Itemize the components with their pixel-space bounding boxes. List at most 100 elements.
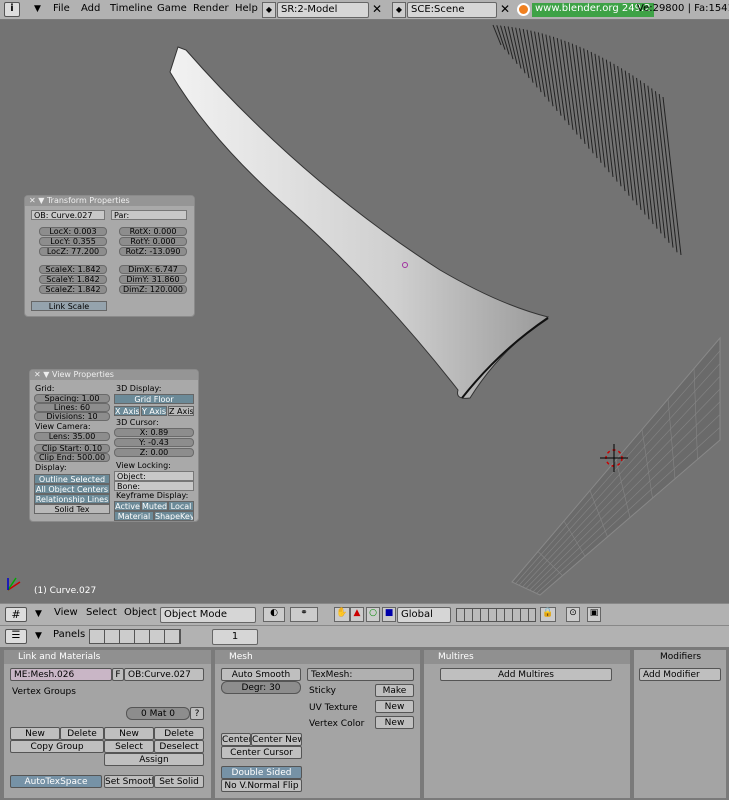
pivot-icon[interactable]: ⚭ bbox=[290, 607, 318, 622]
lock-bone-field[interactable]: Bone: bbox=[114, 481, 194, 491]
loc-z-field[interactable]: LocZ: 77.200 bbox=[39, 247, 107, 256]
sticky-make-button[interactable]: Make bbox=[375, 684, 414, 697]
cursor-x-field[interactable]: X: 0.89 bbox=[114, 428, 194, 437]
material-new-button[interactable]: New bbox=[104, 727, 154, 740]
context-buttons[interactable] bbox=[89, 629, 181, 644]
keyframe-local-toggle[interactable]: Local bbox=[168, 501, 194, 511]
view-properties-header[interactable]: ✕ ▼ View Properties bbox=[30, 370, 198, 380]
lens-field[interactable]: Lens: 35.00 bbox=[34, 432, 110, 441]
vcol-new-button[interactable]: New bbox=[375, 716, 414, 729]
cursor-z-field[interactable]: Z: 0.00 bbox=[114, 448, 194, 457]
menu-select[interactable]: Select bbox=[86, 607, 117, 622]
dim-x-field[interactable]: DimX: 6.747 bbox=[119, 265, 187, 274]
buttons-editor-icon[interactable]: ☰ bbox=[5, 629, 27, 644]
outline-selected-toggle[interactable]: Outline Selected bbox=[34, 474, 110, 484]
multires-header[interactable]: Multires bbox=[424, 650, 630, 664]
rotate-icon[interactable]: ○ bbox=[366, 607, 380, 622]
clip-end-field[interactable]: Clip End: 500.00 bbox=[34, 453, 110, 462]
scene-selector[interactable]: SCE:Scene bbox=[407, 2, 497, 18]
mesh-name-field[interactable]: ME:Mesh.026 bbox=[10, 668, 112, 681]
dim-z-field[interactable]: DimZ: 120.000 bbox=[119, 285, 187, 294]
render-preview-icon[interactable]: ▣ bbox=[587, 607, 601, 622]
cursor-y-field[interactable]: Y: -0.43 bbox=[114, 438, 194, 447]
add-multires-button[interactable]: Add Multires bbox=[440, 668, 612, 681]
parent-field[interactable]: Par: bbox=[111, 210, 187, 220]
material-delete-button[interactable]: Delete bbox=[154, 727, 204, 740]
link-materials-header[interactable]: Link and Materials bbox=[4, 650, 211, 664]
rot-y-field[interactable]: RotY: 0.000 bbox=[119, 237, 187, 246]
render-icon[interactable]: ⊙ bbox=[566, 607, 580, 622]
texmesh-field[interactable]: TexMesh: bbox=[307, 668, 414, 681]
keyframe-muted-toggle[interactable]: Muted bbox=[141, 501, 168, 511]
material-assign-button[interactable]: Assign bbox=[104, 753, 204, 766]
close-icon[interactable]: ✕ ▼ bbox=[29, 196, 47, 205]
material-help-button[interactable]: ? bbox=[190, 707, 204, 720]
rot-z-field[interactable]: RotZ: -13.090 bbox=[119, 247, 187, 256]
material-deselect-button[interactable]: Deselect bbox=[154, 740, 204, 753]
modifiers-header[interactable]: Modifiers bbox=[634, 650, 726, 664]
screen-browse-icon[interactable]: ◆ bbox=[262, 2, 276, 18]
manipulator-hand-icon[interactable]: ✋ bbox=[334, 607, 350, 622]
menu-timeline[interactable]: Timeline bbox=[110, 3, 153, 14]
center-cursor-button[interactable]: Center Cursor bbox=[221, 746, 302, 759]
autotexspace-toggle[interactable]: AutoTexSpace bbox=[10, 775, 102, 788]
menu-collapse-icon[interactable]: ▼ bbox=[34, 4, 41, 14]
keyframe-shapekey-toggle[interactable]: ShapeKey bbox=[154, 511, 194, 521]
keyframe-active-toggle[interactable]: Active bbox=[114, 501, 141, 511]
scale-z-field[interactable]: ScaleZ: 1.842 bbox=[39, 285, 107, 294]
clip-start-field[interactable]: Clip Start: 0.10 bbox=[34, 444, 110, 453]
panels-menu[interactable]: Panels bbox=[53, 629, 85, 644]
material-select-button[interactable]: Select bbox=[104, 740, 154, 753]
scale-y-field[interactable]: ScaleY: 1.842 bbox=[39, 275, 107, 284]
no-vnormal-flip-toggle[interactable]: No V.Normal Flip bbox=[221, 779, 302, 792]
window-type-icon[interactable]: i bbox=[4, 2, 20, 17]
3d-viewport[interactable]: (1) Curve.027 ✕ ▼ Transform Properties O… bbox=[0, 20, 729, 603]
rot-x-field[interactable]: RotX: 0.000 bbox=[119, 227, 187, 236]
scene-browse-icon[interactable]: ◆ bbox=[392, 2, 406, 18]
screen-delete-button[interactable]: ✕ bbox=[369, 2, 385, 18]
set-smooth-button[interactable]: Set Smooth bbox=[104, 775, 154, 788]
translate-icon[interactable]: ▲ bbox=[350, 607, 364, 622]
double-sided-toggle[interactable]: Double Sided bbox=[221, 766, 302, 779]
draw-type-icon[interactable]: ◐ bbox=[263, 607, 285, 622]
grid-floor-toggle[interactable]: Grid Floor bbox=[114, 394, 194, 404]
relationship-lines-toggle[interactable]: Relationship Lines bbox=[34, 494, 110, 504]
object-name-field[interactable]: OB:Curve.027 bbox=[124, 668, 204, 681]
dim-y-field[interactable]: DimY: 31.860 bbox=[119, 275, 187, 284]
menu-file[interactable]: File bbox=[53, 3, 70, 14]
auto-smooth-toggle[interactable]: Auto Smooth bbox=[221, 668, 301, 681]
orientation-selector[interactable]: Global bbox=[397, 607, 451, 623]
set-solid-button[interactable]: Set Solid bbox=[154, 775, 204, 788]
lock-icon[interactable]: 🔒 bbox=[540, 607, 556, 622]
lock-object-field[interactable]: Object: bbox=[114, 471, 194, 481]
menu-add[interactable]: Add bbox=[81, 3, 100, 14]
transform-properties-header[interactable]: ✕ ▼ Transform Properties bbox=[25, 196, 194, 206]
grid-spacing-field[interactable]: Spacing: 1.00 bbox=[34, 394, 110, 403]
center-new-button[interactable]: Center New bbox=[251, 733, 302, 746]
scale-icon[interactable]: ■ bbox=[382, 607, 396, 622]
screen-selector[interactable]: SR:2-Model bbox=[277, 2, 369, 18]
scale-x-field[interactable]: ScaleX: 1.842 bbox=[39, 265, 107, 274]
menu-render[interactable]: Render bbox=[193, 3, 229, 14]
material-index-field[interactable]: 0 Mat 0 bbox=[126, 707, 190, 720]
solid-tex-toggle[interactable]: Solid Tex bbox=[34, 504, 110, 514]
close-icon[interactable]: ✕ ▼ bbox=[34, 370, 52, 379]
vgroup-new-button[interactable]: New bbox=[10, 727, 60, 740]
menu-object[interactable]: Object bbox=[124, 607, 157, 622]
all-object-centers-toggle[interactable]: All Object Centers bbox=[34, 484, 110, 494]
loc-x-field[interactable]: LocX: 0.003 bbox=[39, 227, 107, 236]
uv-new-button[interactable]: New bbox=[375, 700, 414, 713]
y-axis-toggle[interactable]: Y Axis bbox=[141, 406, 167, 416]
vgroup-delete-button[interactable]: Delete bbox=[60, 727, 104, 740]
grid-divisions-field[interactable]: Divisions: 10 bbox=[34, 412, 110, 421]
loc-y-field[interactable]: LocY: 0.355 bbox=[39, 237, 107, 246]
fake-user-button[interactable]: F bbox=[112, 668, 124, 681]
x-axis-toggle[interactable]: X Axis bbox=[114, 406, 140, 416]
object-name-field[interactable]: OB: Curve.027 bbox=[31, 210, 105, 220]
frame-field[interactable]: 1 bbox=[212, 629, 258, 645]
keyframe-material-toggle[interactable]: Material bbox=[114, 511, 154, 521]
grid-editor-icon[interactable]: # bbox=[5, 607, 27, 622]
header-collapse-icon[interactable]: ▼ bbox=[35, 609, 42, 619]
mode-selector[interactable]: Object Mode bbox=[160, 607, 256, 623]
center-button[interactable]: Center bbox=[221, 733, 251, 746]
